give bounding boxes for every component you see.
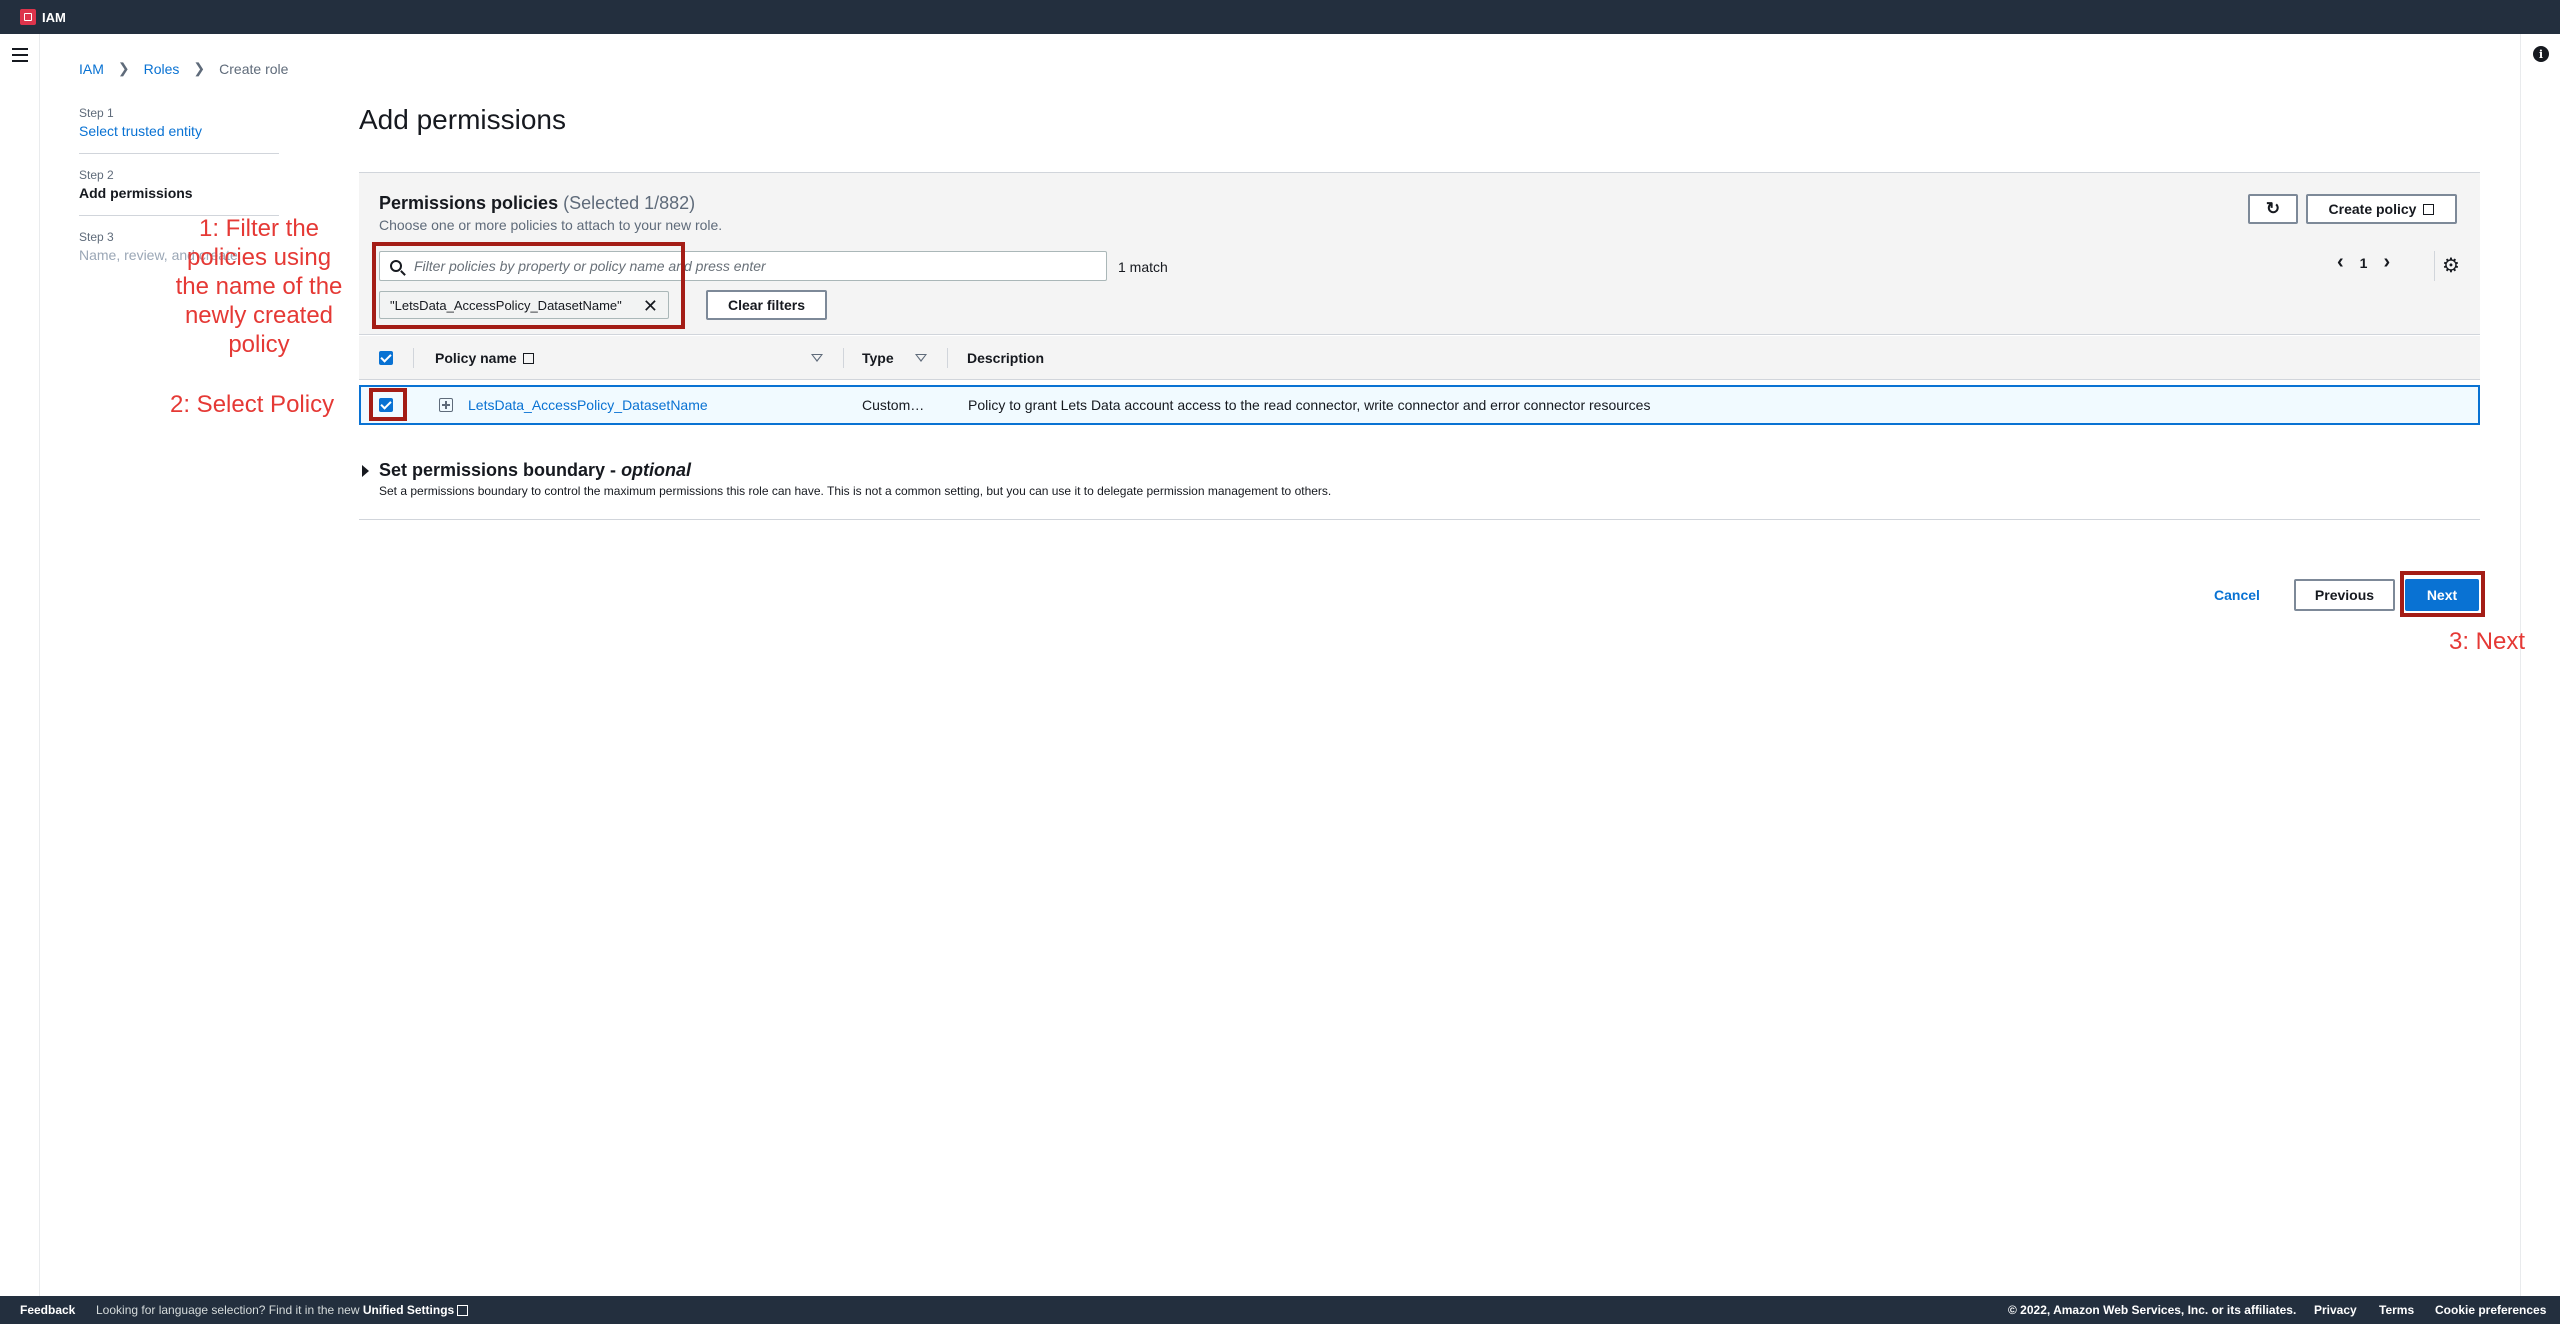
column-header-type[interactable]: Type bbox=[862, 336, 894, 380]
breadcrumb: IAM ❯ Roles ❯ Create role bbox=[79, 60, 288, 77]
annotation-box-next bbox=[2400, 571, 2485, 617]
selected-count: (Selected 1/882) bbox=[563, 193, 696, 213]
menu-icon[interactable] bbox=[12, 48, 28, 62]
table-header: Policy name Type Description bbox=[359, 336, 2480, 380]
info-icon[interactable]: i bbox=[2533, 46, 2549, 62]
create-policy-button[interactable]: Create policy bbox=[2306, 194, 2457, 224]
policy-type: Custom… bbox=[862, 397, 925, 413]
boundary-description: Set a permissions boundary to control th… bbox=[379, 484, 1332, 498]
annotation-box-checkbox bbox=[369, 388, 407, 421]
boundary-optional: optional bbox=[621, 460, 692, 480]
policy-description: Policy to grant Lets Data account access… bbox=[968, 397, 1651, 413]
terms-link[interactable]: Terms bbox=[2379, 1303, 2414, 1317]
column-header-description: Description bbox=[967, 336, 1044, 380]
feedback-link[interactable]: Feedback bbox=[20, 1303, 75, 1317]
divider bbox=[359, 519, 2480, 520]
chevron-right-icon: ❯ bbox=[117, 60, 130, 76]
external-link-icon bbox=[2423, 203, 2435, 215]
step-add-permissions: Add permissions bbox=[79, 185, 193, 201]
table-row[interactable]: LetsData_AccessPolicy_DatasetName Custom… bbox=[359, 385, 2480, 425]
column-header-policy-name[interactable]: Policy name bbox=[435, 336, 534, 380]
panel-title: Permissions policies (Selected 1/882) bbox=[379, 193, 695, 214]
match-count: 1 match bbox=[1118, 259, 1168, 275]
column-label: Description bbox=[967, 350, 1045, 366]
column-label: Policy name bbox=[435, 350, 517, 366]
step-1: Step 1 Select trusted entity bbox=[79, 106, 279, 154]
page-number[interactable]: 1 bbox=[2352, 255, 2376, 271]
footer: Feedback Looking for language selection?… bbox=[0, 1296, 2560, 1324]
refresh-button[interactable]: ↻ bbox=[2248, 194, 2298, 224]
iam-service-icon bbox=[20, 9, 36, 25]
external-link-icon bbox=[457, 1305, 469, 1316]
step-select-trusted-entity[interactable]: Select trusted entity bbox=[79, 123, 279, 139]
unified-settings-link[interactable]: Unified Settings bbox=[363, 1303, 454, 1317]
panel-title-text: Permissions policies bbox=[379, 193, 559, 213]
privacy-link[interactable]: Privacy bbox=[2314, 1303, 2357, 1317]
column-divider bbox=[413, 348, 414, 368]
chevron-right-icon[interactable]: › bbox=[2375, 251, 2398, 274]
chevron-left-icon[interactable]: ‹ bbox=[2329, 251, 2352, 274]
sort-icon[interactable] bbox=[811, 354, 823, 362]
column-label: Type bbox=[862, 350, 894, 366]
breadcrumb-roles[interactable]: Roles bbox=[144, 61, 180, 77]
chevron-right-icon: ❯ bbox=[193, 60, 206, 76]
step-2: Step 2 Add permissions bbox=[79, 168, 279, 216]
breadcrumb-create-role: Create role bbox=[219, 60, 289, 77]
annotation-next: 3: Next bbox=[2448, 628, 2525, 655]
service-name[interactable]: IAM bbox=[42, 10, 66, 25]
step-number: Step 1 bbox=[79, 106, 114, 120]
boundary-title[interactable]: Set permissions boundary - optional bbox=[379, 460, 691, 481]
sort-icon[interactable] bbox=[915, 354, 927, 362]
caret-right-icon[interactable] bbox=[362, 465, 369, 477]
select-all-checkbox[interactable] bbox=[379, 351, 393, 365]
top-navigation-bar: IAM bbox=[0, 0, 2560, 34]
right-rail: i bbox=[2520, 34, 2560, 1296]
pagination: ‹ 1 › bbox=[2329, 251, 2398, 274]
policy-name-link[interactable]: LetsData_AccessPolicy_DatasetName bbox=[468, 397, 708, 413]
left-rail bbox=[0, 34, 40, 1296]
annotation-filter: 1: Filter the policies using the name of… bbox=[175, 215, 343, 358]
page-title: Add permissions bbox=[359, 104, 566, 135]
cancel-button[interactable]: Cancel bbox=[2200, 579, 2274, 611]
panel-subtitle: Choose one or more policies to attach to… bbox=[379, 217, 723, 233]
annotation-select: 2: Select Policy bbox=[170, 391, 335, 418]
previous-button[interactable]: Previous bbox=[2294, 579, 2395, 611]
column-divider bbox=[947, 348, 948, 368]
boundary-title-text: Set permissions boundary - bbox=[379, 460, 622, 480]
cookie-preferences-link[interactable]: Cookie preferences bbox=[2435, 1303, 2546, 1317]
gear-icon[interactable]: ⚙ bbox=[2440, 255, 2462, 277]
clear-filters-button[interactable]: Clear filters bbox=[706, 290, 827, 320]
expand-icon[interactable] bbox=[439, 398, 453, 412]
annotation-box-filter bbox=[372, 242, 685, 329]
copyright: © 2022, Amazon Web Services, Inc. or its… bbox=[2008, 1303, 2297, 1317]
step-number: Step 2 bbox=[79, 168, 114, 182]
breadcrumb-iam[interactable]: IAM bbox=[79, 61, 104, 77]
language-message-text: Looking for language selection? Find it … bbox=[96, 1303, 360, 1317]
external-link-icon bbox=[522, 352, 534, 364]
language-message: Looking for language selection? Find it … bbox=[96, 1303, 469, 1317]
column-divider bbox=[843, 348, 844, 368]
refresh-icon: ↻ bbox=[2265, 199, 2281, 218]
divider bbox=[2434, 251, 2435, 281]
create-policy-label: Create policy bbox=[2328, 201, 2417, 217]
